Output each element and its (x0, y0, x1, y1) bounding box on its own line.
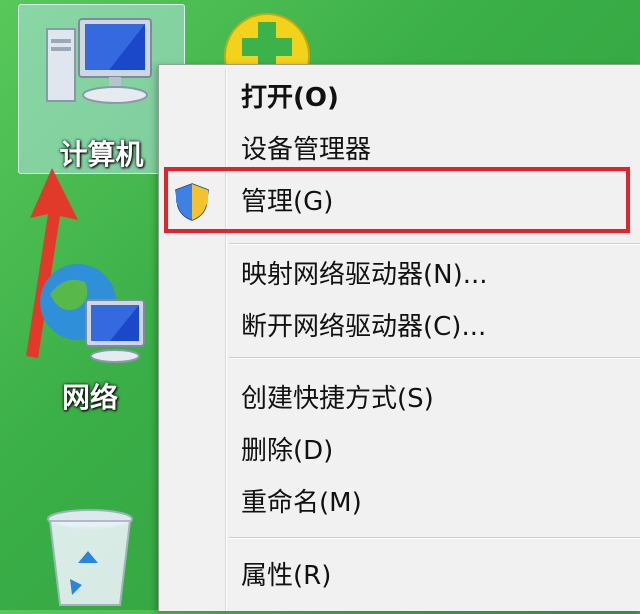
menu-separator (229, 537, 640, 539)
menu-icon-gutter (225, 69, 227, 611)
menu-separator (229, 357, 640, 359)
menu-separator (229, 243, 640, 245)
desktop-icon-network[interactable]: 网络 (20, 248, 160, 428)
menu-item-delete[interactable]: 删除(D) (241, 428, 333, 474)
desktop-icon-recycle-bin[interactable] (40, 505, 140, 610)
menu-item-create-shortcut[interactable]: 创建快捷方式(S) (241, 376, 434, 422)
network-icon (40, 264, 145, 363)
network-label: 网络 (61, 381, 118, 414)
menu-item-rename[interactable]: 重命名(M) (241, 480, 362, 526)
menu-item-open[interactable]: 打开(O) (241, 75, 339, 121)
context-menu: 打开(O) 设备管理器 管理(G) 映射网络驱动器(N)... 断开网络驱动器(… (158, 64, 640, 611)
menu-item-properties[interactable]: 属性(R) (241, 553, 331, 599)
menu-item-map-network-drive[interactable]: 映射网络驱动器(N)... (241, 252, 488, 298)
menu-item-disconnect-network-drive[interactable]: 断开网络驱动器(C)... (241, 304, 486, 350)
recycle-bin-icon (47, 509, 133, 606)
computer-icon (46, 18, 152, 104)
highlight-box-manage (164, 167, 630, 233)
